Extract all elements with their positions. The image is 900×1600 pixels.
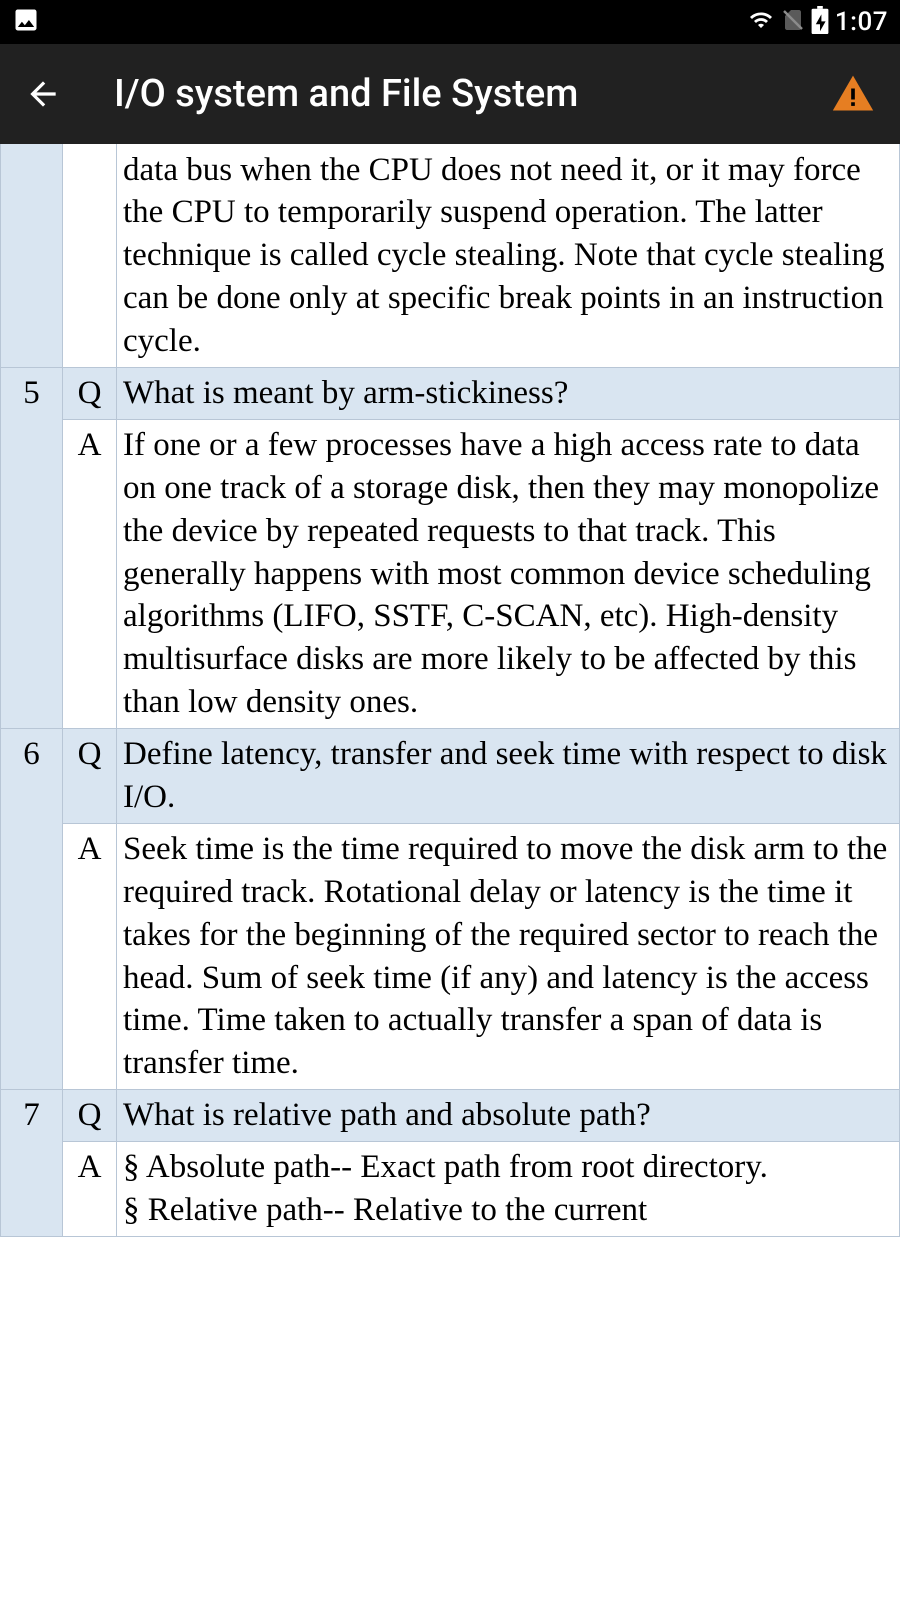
status-left xyxy=(12,6,40,38)
battery-charging-icon xyxy=(811,6,829,38)
row-number: 6 xyxy=(1,729,63,824)
question-label: Q xyxy=(63,1090,117,1142)
answer-text: If one or a few processes have a high ac… xyxy=(117,419,900,728)
row-number xyxy=(1,419,63,728)
page-title: I/O system and File System xyxy=(114,72,830,116)
answer-text: § Absolute path-- Exact path from root d… xyxy=(117,1142,900,1237)
back-button[interactable] xyxy=(24,75,62,113)
table-row: AIf one or a few processes have a high a… xyxy=(1,419,900,728)
answer-text: data bus when the CPU does not need it, … xyxy=(117,145,900,368)
row-number xyxy=(1,145,63,368)
question-text: Define latency, transfer and seek time w… xyxy=(117,729,900,824)
table-row: 7QWhat is relative path and absolute pat… xyxy=(1,1090,900,1142)
row-number: 5 xyxy=(1,367,63,419)
answer-label: A xyxy=(63,1142,117,1237)
table-row: data bus when the CPU does not need it, … xyxy=(1,145,900,368)
status-bar: 1:07 xyxy=(0,0,900,44)
warning-icon[interactable] xyxy=(830,72,876,116)
status-right: 1:07 xyxy=(747,6,888,38)
question-label: Q xyxy=(63,367,117,419)
answer-label: A xyxy=(63,823,117,1089)
app-bar: I/O system and File System xyxy=(0,44,900,144)
picture-icon xyxy=(12,6,40,38)
answer-text: Seek time is the time required to move t… xyxy=(117,823,900,1089)
wifi-icon xyxy=(747,8,775,36)
row-number xyxy=(1,823,63,1089)
table-row: 6QDefine latency, transfer and seek time… xyxy=(1,729,900,824)
qa-table: data bus when the CPU does not need it, … xyxy=(0,144,900,1237)
table-row: ASeek time is the time required to move … xyxy=(1,823,900,1089)
row-number xyxy=(1,1142,63,1237)
question-text: What is relative path and absolute path? xyxy=(117,1090,900,1142)
question-label: Q xyxy=(63,729,117,824)
status-time: 1:07 xyxy=(835,7,888,37)
table-row: 5QWhat is meant by arm-stickiness? xyxy=(1,367,900,419)
no-sim-icon xyxy=(781,7,805,37)
row-number: 7 xyxy=(1,1090,63,1142)
table-row: A§ Absolute path-- Exact path from root … xyxy=(1,1142,900,1237)
content-area[interactable]: data bus when the CPU does not need it, … xyxy=(0,144,900,1600)
question-text: What is meant by arm-stickiness? xyxy=(117,367,900,419)
answer-label xyxy=(63,145,117,368)
answer-label: A xyxy=(63,419,117,728)
